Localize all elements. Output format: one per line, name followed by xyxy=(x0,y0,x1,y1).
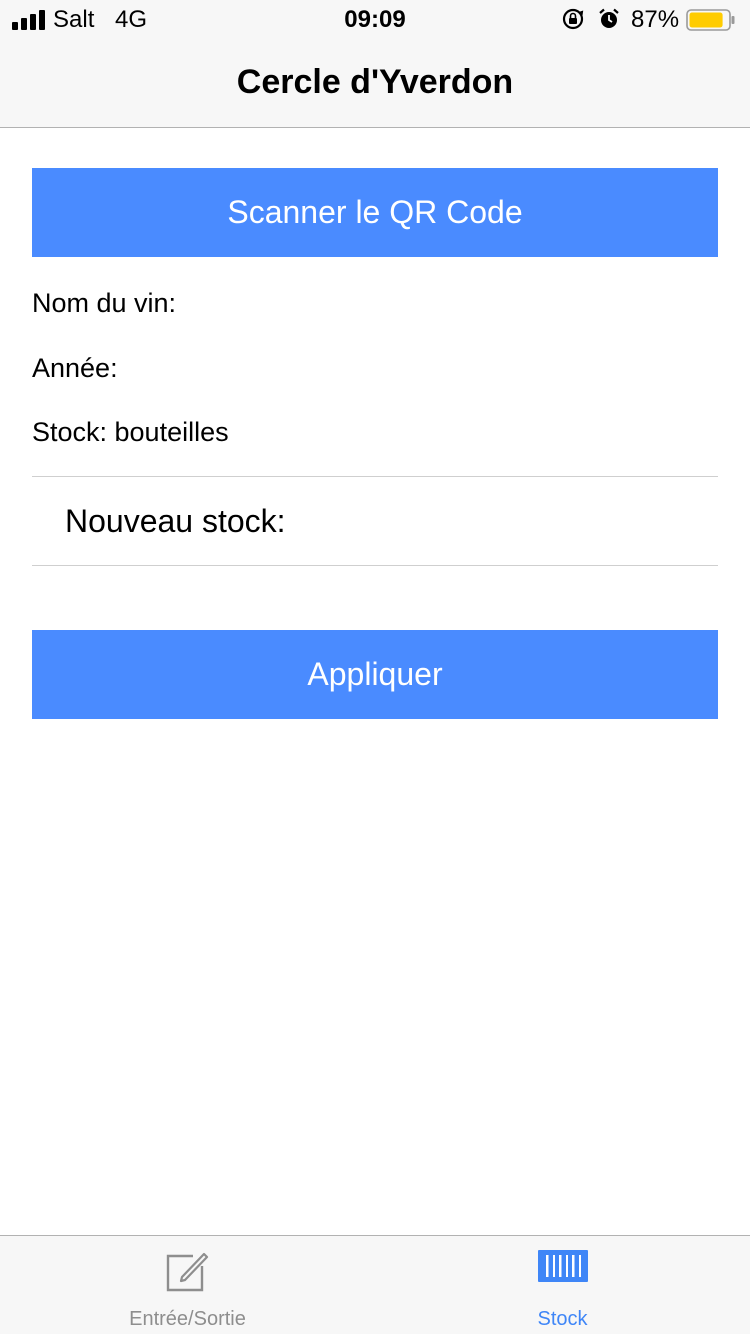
tab-bar: Entrée/Sortie Stock xyxy=(0,1235,750,1334)
tab-label: Entrée/Sortie xyxy=(129,1308,246,1330)
app-screen: Salt 4G 09:09 87% Cercle d'Yverdon Scann… xyxy=(0,0,750,1334)
divider xyxy=(32,476,718,477)
orientation-lock-icon xyxy=(562,8,584,30)
new-stock-input[interactable] xyxy=(310,490,714,552)
status-bar: Salt 4G 09:09 87% xyxy=(0,0,750,40)
tab-label: Stock xyxy=(537,1308,588,1330)
tab-stock[interactable]: Stock xyxy=(375,1236,750,1334)
barcode-icon xyxy=(537,1250,588,1282)
alarm-icon xyxy=(599,8,619,28)
divider xyxy=(32,565,718,566)
apply-button[interactable]: Appliquer xyxy=(32,630,718,719)
page-title: Cercle d'Yverdon xyxy=(236,63,514,101)
stock-label: Stock: bouteilles xyxy=(32,417,229,447)
battery-percent: 87% xyxy=(631,6,680,33)
navigation-bar: Cercle d'Yverdon xyxy=(0,40,750,128)
new-stock-label: Nouveau stock: xyxy=(65,503,286,539)
year-label: Année: xyxy=(32,353,118,383)
wine-name-label: Nom du vin: xyxy=(32,288,177,318)
battery-icon xyxy=(686,9,735,31)
scan-qr-code-button[interactable]: Scanner le QR Code xyxy=(32,168,718,257)
tab-entree-sortie[interactable]: Entrée/Sortie xyxy=(0,1236,375,1334)
edit-icon xyxy=(166,1252,208,1292)
